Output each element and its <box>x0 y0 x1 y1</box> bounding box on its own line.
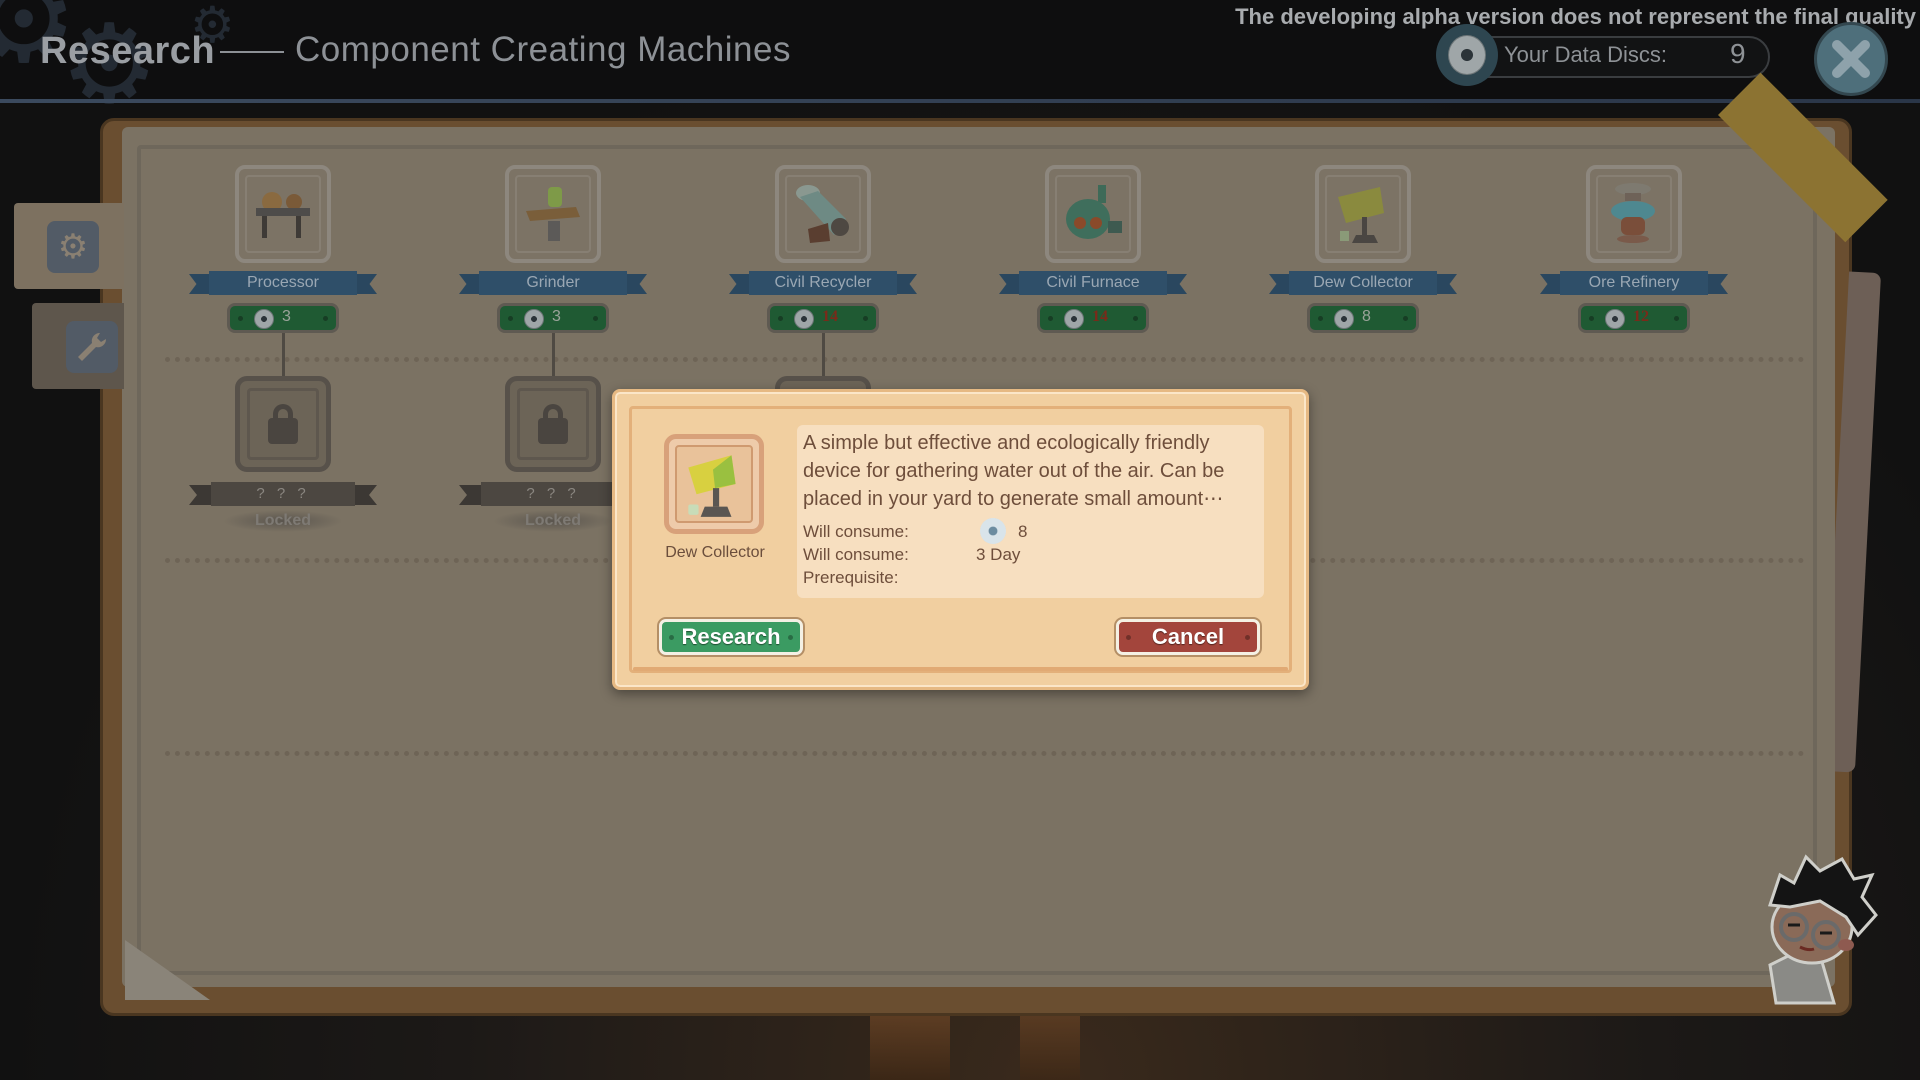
cost-value: 8 <box>1362 308 1371 325</box>
research-button-label: Research <box>681 624 781 649</box>
ore-refinery-icon <box>1586 165 1682 263</box>
row-divider <box>165 751 1805 756</box>
data-disc-icon <box>1605 309 1625 329</box>
header-divider <box>0 99 1920 103</box>
cost-value: 3 <box>282 308 291 325</box>
title-separator <box>220 51 284 53</box>
lock-icon <box>268 404 298 444</box>
cost-badge: 8 <box>1307 303 1419 333</box>
data-disc-icon <box>524 309 544 329</box>
cost-badge: 14 <box>767 303 879 333</box>
cost-value: 14 <box>1092 308 1108 325</box>
tab-machines[interactable]: ⚙ <box>14 203 124 289</box>
page-corner-fold <box>125 940 210 1000</box>
cost-badge: 3 <box>497 303 609 333</box>
cost-badge: 12 <box>1578 303 1690 333</box>
cancel-button-label: Cancel <box>1151 624 1225 649</box>
close-icon <box>1832 40 1870 78</box>
data-discs-label: Your Data Discs: <box>1504 42 1668 67</box>
row-divider <box>165 357 1805 362</box>
background-decor <box>870 1010 950 1080</box>
dialog-item-name: Dew Collector <box>665 544 765 561</box>
machine-name: Processor <box>209 271 357 295</box>
cost-value: 14 <box>822 308 838 325</box>
close-button[interactable] <box>1814 22 1888 96</box>
wrench-icon <box>66 321 118 373</box>
locked-name: ? ? ? <box>481 482 625 506</box>
grinder-icon <box>505 165 601 263</box>
locked-status: Locked <box>223 510 343 532</box>
background-decor <box>1020 1010 1080 1080</box>
machine-name: Grinder <box>479 271 627 295</box>
research-button[interactable]: Research <box>659 619 803 655</box>
page-subtitle: Component Creating Machines <box>295 30 791 69</box>
cost-value: 12 <box>1633 308 1649 325</box>
processor-icon <box>235 165 331 263</box>
cost-badge: 3 <box>227 303 339 333</box>
locked-status: Locked <box>493 510 613 532</box>
tree-connector <box>552 333 555 377</box>
cost-badge: 14 <box>1037 303 1149 333</box>
civil-furnace-icon <box>1045 165 1141 263</box>
locked-name: ? ? ? <box>211 482 355 506</box>
lock-icon <box>538 404 568 444</box>
data-disc-icon <box>980 518 1006 544</box>
duration-label: Will consume: <box>803 545 909 564</box>
item-description: A simple but effective and ecologically … <box>803 432 1225 510</box>
cancel-button[interactable]: Cancel <box>1116 619 1260 655</box>
prerequisite-label: Prerequisite: <box>803 568 899 587</box>
machine-name: Ore Refinery <box>1560 271 1708 295</box>
data-disc-icon <box>1064 309 1084 329</box>
tree-connector <box>282 333 285 377</box>
dew-collector-icon <box>688 455 736 517</box>
dialog-item-icon <box>664 434 764 534</box>
cost-discs-value: 8 <box>1018 522 1028 541</box>
machine-name: Civil Furnace <box>1019 271 1167 295</box>
locked-slot <box>505 376 601 472</box>
cost-value: 3 <box>552 308 561 325</box>
locked-slot <box>235 376 331 472</box>
civil-recycler-icon <box>775 165 871 263</box>
data-disc-icon <box>794 309 814 329</box>
data-disc-icon <box>254 309 274 329</box>
duration-value: 3 Day <box>976 545 1021 564</box>
alpha-notice: The developing alpha version does not re… <box>1235 4 1916 29</box>
machine-name: Civil Recycler <box>749 271 897 295</box>
cost-label: Will consume: <box>803 522 909 541</box>
data-disc-icon <box>1334 309 1354 329</box>
dew-collector-icon <box>1315 165 1411 263</box>
gear-icon: ⚙ <box>47 221 99 273</box>
data-disc-icon <box>1436 24 1498 86</box>
machine-name: Dew Collector <box>1289 271 1437 295</box>
page-title: Research <box>40 30 216 72</box>
data-discs-value: 9 <box>1730 38 1746 69</box>
tab-tools[interactable] <box>32 303 124 389</box>
character-avatar <box>1750 835 1890 1005</box>
